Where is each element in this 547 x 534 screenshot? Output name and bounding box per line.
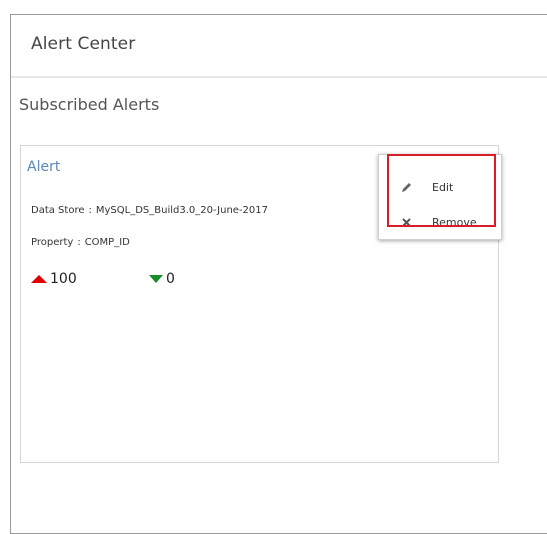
section-title: Subscribed Alerts	[19, 95, 160, 114]
property-label: Property	[31, 237, 74, 248]
alert-center-panel: Alert Center Subscribed Alerts Alert Dat…	[10, 14, 547, 534]
down-count: 0	[149, 271, 175, 287]
property-value: COMP_ID	[84, 237, 130, 248]
up-count: 100	[31, 271, 77, 287]
separator: :	[77, 237, 81, 248]
down-count-value: 0	[166, 271, 175, 287]
page-title: Alert Center	[31, 34, 136, 54]
up-count-value: 100	[50, 271, 77, 287]
separator: :	[88, 205, 92, 216]
triangle-up-icon	[31, 275, 47, 283]
panel-header: Alert Center	[11, 15, 547, 78]
data-store-value: MySQL_DS_Build3.0_20-June-2017	[95, 205, 268, 216]
alert-name-link[interactable]: Alert	[27, 159, 60, 175]
data-store-label: Data Store	[31, 205, 85, 216]
highlight-box	[387, 154, 496, 227]
property-row: Property: COMP_ID	[31, 237, 130, 248]
triangle-down-icon	[149, 275, 163, 283]
data-store-row: Data Store: MySQL_DS_Build3.0_20-June-201…	[31, 205, 268, 216]
